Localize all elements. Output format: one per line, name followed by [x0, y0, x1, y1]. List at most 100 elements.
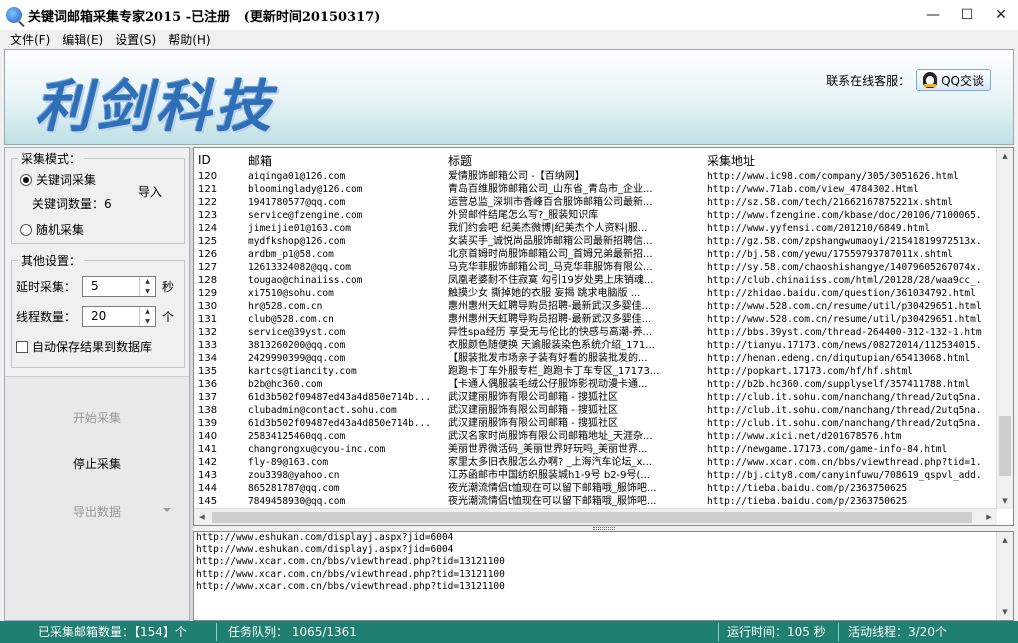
table-row[interactable]: 135 kartcs@tiancity.com 跑跑卡丁车外服专栏_跑跑卡丁车专区_…	[194, 365, 994, 378]
table-vertical-scrollbar[interactable]: ▲ ▼	[996, 148, 1013, 509]
threads-value[interactable]: 20	[83, 307, 139, 326]
action-panel: 开始采集 停止采集 导出数据	[5, 376, 189, 620]
cell-email: 61d3b502f09487ed43a4d850e714b...	[248, 418, 432, 429]
log-vertical-scrollbar[interactable]: ▲ ▼	[996, 532, 1013, 620]
delay-stepper[interactable]: 5 ▲ ▼	[82, 276, 157, 297]
column-header-url[interactable]: 采集地址	[707, 152, 755, 169]
table-row[interactable]: 124 jimeijie01@163.com 我们约会吧 纪美杰微博|纪美杰个人资料…	[194, 222, 994, 235]
table-row[interactable]: 129 xi7510@sohu.com 触摸少女 撕掉她的衣服 妄揭 跳求电脑版 .…	[194, 287, 994, 300]
table-row[interactable]: 144 865281787@qq.com 夜光潮流情侣t恤现在可以留下邮箱哦_服饰吧…	[194, 482, 994, 495]
random-mode-option[interactable]: 随机采集	[20, 221, 84, 238]
menu-file[interactable]: 文件(F)	[4, 31, 56, 48]
status-divider	[838, 623, 839, 641]
table-row[interactable]: 125 mydfkshop@126.com 女装买手_诚悦尚品服饰邮箱公司最新招聘信…	[194, 235, 994, 248]
delay-label: 延时采集：	[16, 280, 77, 294]
table-row[interactable]: 133 3813260200@qq.com 衣服颜色随便换 天谕服装染色系统介绍_1…	[194, 339, 994, 352]
import-button[interactable]: 导入	[138, 183, 162, 200]
table-row[interactable]: 139 61d3b502f09487ed43a4d850e714b... 武汉建丽服…	[194, 417, 994, 430]
table-row[interactable]: 140 25834125460qq.com 武汉名家时尚服饰有限公司邮箱地址_天涯杂…	[194, 430, 994, 443]
cell-id: 128	[198, 275, 218, 286]
scroll-up-icon[interactable]: ▲	[997, 532, 1013, 548]
keyword-mode-option[interactable]: 关键词采集	[20, 171, 96, 188]
other-settings-group: 其他设置： 延时采集： 5 ▲ ▼ 秒 线程数量： 20 ▲ ▼ 个 自动保存结果到	[11, 252, 185, 368]
random-mode-radio[interactable]	[20, 223, 32, 236]
delay-stepper-arrows[interactable]: ▲ ▼	[139, 277, 155, 296]
cell-email: 12613324082@qq.com	[248, 262, 351, 273]
autosave-checkbox[interactable]	[16, 340, 28, 353]
keyword-mode-radio[interactable]	[20, 173, 32, 186]
cell-id: 122	[198, 197, 218, 208]
delay-value[interactable]: 5	[83, 277, 139, 296]
scrollbar-thumb[interactable]	[212, 512, 972, 523]
table-header: ID 邮箱 标题 采集地址	[194, 150, 994, 170]
stepper-up-icon[interactable]: ▲	[140, 277, 155, 287]
splitter-grip-icon[interactable]	[593, 527, 615, 530]
threads-stepper-arrows[interactable]: ▲ ▼	[139, 307, 155, 326]
cell-url: http://b2b.hc360.com/supplyself/35741178…	[707, 379, 971, 390]
minimize-icon[interactable]: —	[916, 0, 950, 30]
url-log[interactable]: http://www.eshukan.com/displayj.aspx?jid…	[193, 531, 1014, 621]
table-row[interactable]: 127 12613324082@qq.com 马克华菲服饰邮箱公司_马克华菲服饰有限…	[194, 261, 994, 274]
table-horizontal-scrollbar[interactable]: ◀ ▶	[194, 508, 997, 525]
start-collect-button[interactable]: 开始采集	[5, 409, 189, 426]
table-row[interactable]: 137 61d3b502f09487ed43a4d850e714b... 武汉建丽服…	[194, 391, 994, 404]
column-header-id[interactable]: ID	[198, 153, 211, 167]
export-data-button[interactable]: 导出数据	[5, 503, 189, 520]
delay-unit: 秒	[162, 280, 175, 294]
scroll-down-icon[interactable]: ▼	[997, 493, 1013, 509]
menu-edit[interactable]: 编辑(E)	[56, 31, 109, 48]
cell-title: 美丽世界微活码_美丽世界好玩吗_美丽世界...	[448, 444, 648, 455]
scroll-right-icon[interactable]: ▶	[981, 509, 997, 525]
autosave-option[interactable]: 自动保存结果到数据库	[16, 338, 152, 355]
qq-chat-button[interactable]: QQ交谈	[916, 69, 991, 91]
stepper-down-icon[interactable]: ▼	[140, 317, 155, 327]
cell-title: 武汉建丽服饰有限公司邮箱 - 搜狐社区	[448, 405, 618, 416]
delay-setting: 延时采集： 5 ▲ ▼ 秒	[16, 276, 174, 297]
table-row[interactable]: 145 7849458930@qq.com 夜光潮流情侣t恤现在可以留下邮箱哦_服饰…	[194, 495, 994, 508]
cell-title: 凤凰老婆耐不住寂寞 勾引19岁处男上床销魂...	[448, 275, 654, 286]
table-row[interactable]: 121 bloominglady@126.com 青岛百维服饰邮箱公司_山东省_青岛…	[194, 183, 994, 196]
header-banner: 利剑科技 联系在线客服： QQ交谈	[4, 49, 1014, 145]
scroll-up-icon[interactable]: ▲	[997, 148, 1013, 164]
table-row[interactable]: 126 ardbm_p1@58.com 北京首姆时尚服饰邮箱公司_首姆兄弟最新招..…	[194, 248, 994, 261]
table-row[interactable]: 132 service@39yst.com 异性spa经历 享受无与伦比的快感与高潮…	[194, 326, 994, 339]
scroll-down-icon[interactable]: ▼	[997, 604, 1013, 620]
cell-title: 【服装批发市场亲子装有好看的服装批发的...	[448, 353, 648, 364]
cell-email: xi7510@sohu.com	[248, 288, 334, 299]
table-row[interactable]: 143 zou3398@yahoo.cn 江苏函邮市中国纺织服装城h1-9号 b2-…	[194, 469, 994, 482]
table-row[interactable]: 120 aiqinga01@126.com 爱情服饰邮箱公司 -【百纳网】 http:…	[194, 170, 994, 183]
scroll-left-icon[interactable]: ◀	[194, 509, 210, 525]
active-threads: 活动线程：3/20个	[848, 625, 947, 639]
export-data-label: 导出数据	[72, 505, 121, 519]
table-row[interactable]: 138 clubadmin@contact.sohu.com 武汉建丽服饰有限公司邮…	[194, 404, 994, 417]
cell-title: 异性spa经历 享受无与伦比的快感与高潮-养...	[448, 327, 653, 338]
table-row[interactable]: 123 service@fzengine.com 外贸邮件结尾怎么写?_服装知识库 h…	[194, 209, 994, 222]
table-row[interactable]: 122 1941780577@qq.com 运营总监_深圳市香峰百合服饰邮箱公司最新…	[194, 196, 994, 209]
table-row[interactable]: 142 fly-89@163.com 家里太多旧衣服怎么办啊? _上海汽车论坛_x.…	[194, 456, 994, 469]
column-header-title[interactable]: 标题	[448, 152, 472, 169]
table-row[interactable]: 130 hr@528.com.cn 惠州惠州天虹聘导购员招聘-最新武汉多婴佳... h…	[194, 300, 994, 313]
menu-settings[interactable]: 设置(S)	[109, 31, 162, 48]
table-row[interactable]: 136 b2b@hc360.com 【卡通人偶服装毛绒公仔服饰影视动漫卡通... ht…	[194, 378, 994, 391]
threads-setting: 线程数量： 20 ▲ ▼ 个	[16, 306, 174, 327]
cell-email: club@528.com.cn	[248, 314, 334, 325]
close-icon[interactable]: ✕	[984, 0, 1018, 30]
menu-help[interactable]: 帮助(H)	[162, 31, 216, 48]
stop-collect-button[interactable]: 停止采集	[5, 455, 189, 472]
app-search-icon	[6, 7, 22, 23]
collect-mode-group: 采集模式： 关键词采集 关键词数量：6 导入 随机采集	[11, 150, 185, 244]
table-row[interactable]: 134 2429990399@qq.com 【服装批发市场亲子装有好看的服装批发的.…	[194, 352, 994, 365]
qq-penguin-icon	[923, 72, 938, 88]
table-row[interactable]: 141 changrongxu@cyou-inc.com 美丽世界微活码_美丽世界好…	[194, 443, 994, 456]
status-divider	[216, 623, 217, 641]
stepper-down-icon[interactable]: ▼	[140, 287, 155, 297]
table-row[interactable]: 128 tougao@chinaiiss.com 凤凰老婆耐不住寂寞 勾引19岁处男…	[194, 274, 994, 287]
title-bar[interactable]: 关键词邮箱采集专家2015 -已注册 (更新时间20150317) — ☐ ✕	[0, 0, 1018, 30]
scrollbar-thumb[interactable]	[999, 416, 1011, 476]
chevron-down-icon[interactable]	[163, 508, 171, 512]
stepper-up-icon[interactable]: ▲	[140, 307, 155, 317]
column-header-email[interactable]: 邮箱	[248, 152, 272, 169]
maximize-icon[interactable]: ☐	[950, 0, 984, 30]
table-row[interactable]: 131 club@528.com.cn 惠州惠州天虹聘导购员招聘-最新武汉多婴佳..…	[194, 313, 994, 326]
threads-stepper[interactable]: 20 ▲ ▼	[82, 306, 157, 327]
